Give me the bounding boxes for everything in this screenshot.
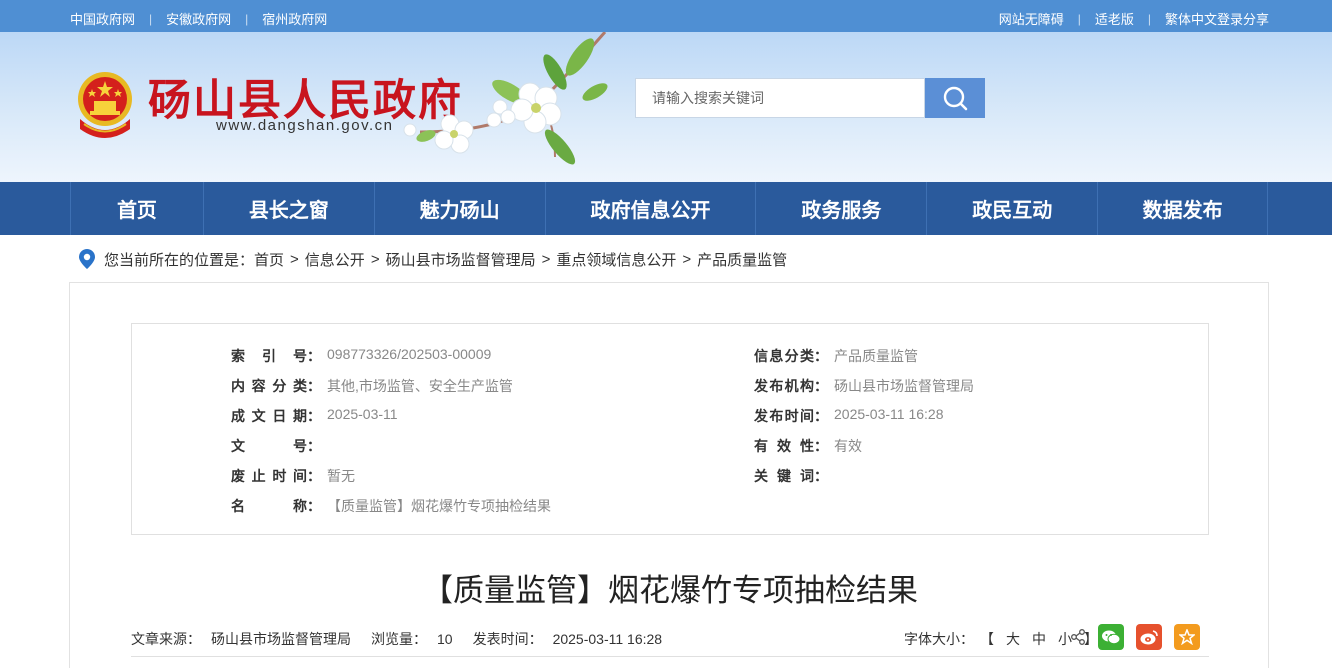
nav-items: 首页 县长之窗 魅力砀山 政府信息公开 政务服务 政民互动 数据发布 [70, 182, 1269, 235]
meta-label: 名称 [231, 498, 307, 514]
meta-row: 废止时间： 暂无 [231, 468, 355, 484]
meta-value: 有效 [834, 438, 862, 454]
divider: | [1147, 11, 1151, 26]
search-input[interactable] [636, 79, 924, 117]
article-info: 文章来源： 砀山县市场监督管理局 浏览量： 10 发表时间： 2025-03-11 1… [131, 629, 682, 649]
search-button[interactable] [925, 78, 985, 118]
link-traditional-login-share[interactable]: 繁体中文登录分享 [1165, 9, 1269, 28]
meta-value: 砀山县市场监督管理局 [834, 378, 974, 394]
font-size-medium-button[interactable]: 中 [1032, 629, 1046, 649]
meta-label: 有效性 [754, 438, 814, 454]
metadata-table: 索引号： 098773326/202503-00009 内容分类： 其他,市场监… [131, 323, 1209, 535]
divider: | [149, 11, 153, 26]
meta-label: 文号 [231, 438, 307, 454]
meta-row: 名称： 【质量监管】烟花爆竹专项抽检结果 [231, 498, 551, 514]
source-label: 文章来源： 砀山县市场监督管理局 [131, 631, 351, 647]
breadcrumb-info-disclosure[interactable]: 信息公开 [305, 249, 365, 270]
pear-blossom-decoration-icon [403, 32, 608, 165]
link-china-gov[interactable]: 中国政府网 [70, 9, 135, 28]
share-bar [1070, 624, 1200, 650]
article-title: 【质量监管】烟花爆竹专项抽检结果 [422, 573, 918, 609]
meta-label: 废止时间 [231, 468, 307, 484]
share-icon[interactable] [1070, 629, 1086, 645]
meta-row: 成文日期： 2025-03-11 [231, 406, 398, 424]
breadcrumb-product-quality[interactable]: 产品质量监管 [697, 249, 787, 270]
link-accessibility[interactable]: 网站无障碍 [999, 9, 1064, 28]
search-box [635, 78, 925, 118]
nav-home[interactable]: 首页 [71, 182, 204, 235]
breadcrumb: 您当前所在的位置是： 首页 > 信息公开 > 砀山县市场监督管理局 > 重点领域… [78, 248, 787, 270]
font-size-label: 字体大小： [904, 631, 974, 647]
content-panel: 索引号： 098773326/202503-00009 内容分类： 其他,市场监… [69, 282, 1269, 668]
article-time: 2025-03-11 16:28 [552, 631, 663, 647]
meta-label: 发布机构 [754, 378, 814, 394]
meta-value: 产品质量监管 [834, 348, 918, 364]
location-pin-icon [79, 249, 95, 269]
meta-row: 内容分类： 其他,市场监管、安全生产监管 [231, 378, 513, 394]
main-nav: 首页 县长之窗 魅力砀山 政府信息公开 政务服务 政民互动 数据发布 [0, 182, 1332, 235]
meta-value: 2025-03-11 16:28 [834, 406, 944, 422]
favorite-icon[interactable] [1174, 624, 1200, 650]
meta-label: 成文日期 [231, 408, 307, 424]
national-emblem-icon [78, 72, 132, 138]
divider: | [245, 11, 249, 26]
meta-value: 2025-03-11 [327, 406, 398, 422]
meta-row: 关键词： [754, 468, 828, 484]
divider: | [1077, 11, 1081, 26]
link-anhui-gov[interactable]: 安徽政府网 [166, 9, 231, 28]
site-header: 砀山县人民政府 www.dangshan.gov.cn [0, 32, 1332, 182]
top-right-links: 网站无障碍 | 适老版 | 繁体中文登录分享 [999, 9, 1269, 28]
meta-row: 信息分类： 产品质量监管 [754, 348, 918, 364]
meta-label: 发布时间 [754, 408, 814, 424]
nav-interaction[interactable]: 政民互动 [927, 182, 1099, 235]
breadcrumb-prefix: 您当前所在的位置是： [104, 251, 255, 269]
meta-label: 索引号 [231, 348, 307, 364]
article-source: 砀山县市场监督管理局 [211, 631, 351, 647]
meta-label: 关键词 [754, 468, 814, 484]
breadcrumb-separator: > [290, 250, 299, 268]
meta-row: 索引号： 098773326/202503-00009 [231, 346, 492, 364]
meta-row: 发布时间： 2025-03-11 16:28 [754, 406, 944, 424]
breadcrumb-separator: > [682, 250, 692, 268]
time-label: 发表时间： 2025-03-11 16:28 [472, 631, 663, 647]
top-bar: 中国政府网 | 安徽政府网 | 宿州政府网 网站无障碍 | 适老版 | 繁体中文… [0, 0, 1332, 32]
breadcrumb-home[interactable]: 首页 [254, 249, 284, 270]
link-elderly-mode[interactable]: 适老版 [1095, 9, 1134, 28]
link-suzhou-gov[interactable]: 宿州政府网 [262, 9, 327, 28]
breadcrumb-key-areas[interactable]: 重点领域信息公开 [556, 249, 676, 270]
bracket-left: 【 [980, 631, 994, 647]
meta-label: 内容分类 [231, 378, 307, 394]
meta-value: 【质量监管】烟花爆竹专项抽检结果 [327, 498, 551, 514]
weibo-icon[interactable] [1136, 624, 1162, 650]
meta-value: 098773326/202503-00009 [327, 346, 492, 362]
site-url: www.dangshan.gov.cn [216, 117, 394, 134]
font-size-large-button[interactable]: 大 [1006, 629, 1020, 649]
breadcrumb-separator: > [370, 250, 380, 268]
top-links: 中国政府网 | 安徽政府网 | 宿州政府网 [70, 9, 327, 28]
nav-charm-dangshan[interactable]: 魅力砀山 [375, 182, 546, 235]
nav-data-release[interactable]: 数据发布 [1098, 182, 1269, 235]
breadcrumb-market-bureau[interactable]: 砀山县市场监督管理局 [386, 249, 536, 270]
content-divider [131, 656, 1209, 657]
meta-label: 信息分类 [754, 348, 814, 364]
nav-gov-info-disclosure[interactable]: 政府信息公开 [546, 182, 757, 235]
wechat-icon[interactable] [1098, 624, 1124, 650]
meta-row: 文号： [231, 438, 321, 454]
meta-row: 发布机构： 砀山县市场监督管理局 [754, 378, 974, 394]
meta-value: 其他,市场监管、安全生产监管 [327, 378, 513, 394]
nav-gov-services[interactable]: 政务服务 [756, 182, 928, 235]
search-icon [943, 86, 968, 111]
nav-county-head[interactable]: 县长之窗 [204, 182, 375, 235]
meta-row: 有效性： 有效 [754, 438, 862, 454]
meta-value: 暂无 [327, 468, 355, 484]
article-views: 10 [437, 631, 453, 647]
views-label: 浏览量： 10 [371, 631, 453, 647]
breadcrumb-separator: > [541, 250, 551, 268]
